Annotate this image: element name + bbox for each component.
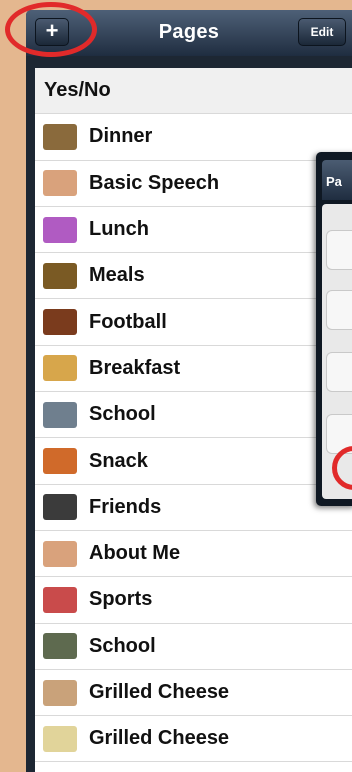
list-item[interactable]: Sports xyxy=(35,577,352,624)
list-item-label: Snack xyxy=(89,449,148,472)
list-item[interactable]: Basic Speech xyxy=(35,161,352,207)
list-item[interactable]: Breakfast xyxy=(35,346,352,393)
list-item-label: Grilled Cheese xyxy=(89,681,230,703)
list-item-label: Football xyxy=(89,310,167,333)
breakfast-icon xyxy=(43,355,77,382)
sports-balls-icon xyxy=(43,586,77,613)
list-item[interactable]: Lunch xyxy=(35,207,352,254)
list-header-row[interactable]: Yes/No xyxy=(35,68,352,115)
add-button-highlight-circle xyxy=(5,2,97,57)
pages-list: Yes/No Dinner Basic Speech Lunch Meals Footb… xyxy=(35,68,352,772)
dinner-plate-icon xyxy=(43,123,77,150)
list-item[interactable]: Meals xyxy=(35,253,352,300)
list-item-label: Grilled Cheese xyxy=(89,727,230,750)
person-photo-icon xyxy=(43,540,77,567)
list-item-label: Meals xyxy=(89,264,145,287)
list-item[interactable]: Grilled Cheese xyxy=(35,762,352,772)
edit-button[interactable]: Edit xyxy=(298,18,346,46)
friends-photo-icon xyxy=(43,494,77,521)
popover-title: Pa xyxy=(322,160,352,200)
snack-icon xyxy=(43,448,77,475)
list-item-label: Breakfast xyxy=(89,356,181,379)
list-item-label: Lunch xyxy=(89,218,149,241)
list-item-label: Dinner xyxy=(89,125,153,148)
list-item-label: School xyxy=(89,403,156,426)
list-item-label: Yes/No xyxy=(44,79,111,102)
secondary-pages-popover: Pa xyxy=(316,152,352,506)
list-item-label: Sports xyxy=(89,588,153,611)
person-photo-icon xyxy=(43,170,77,197)
meals-photo-icon xyxy=(43,262,77,289)
list-item[interactable]: Grilled Cheese xyxy=(35,716,352,763)
list-item[interactable]: Dinner xyxy=(35,114,352,161)
school-photo-icon xyxy=(43,401,77,428)
list-item[interactable]: Snack xyxy=(35,438,352,485)
list-item-label: Friends xyxy=(89,495,162,518)
butter-knife-icon xyxy=(43,725,77,752)
list-item[interactable]: School xyxy=(35,392,352,439)
lunch-icon xyxy=(43,216,77,243)
popover-cell[interactable] xyxy=(326,230,352,270)
list-item[interactable]: Friends xyxy=(35,485,352,531)
list-item-label: About Me xyxy=(89,542,181,565)
popover-cell[interactable] xyxy=(326,290,352,330)
pages-panel: + Pages Edit Yes/No Dinner Basic Speech Lu… xyxy=(26,10,352,772)
list-item[interactable]: School xyxy=(35,624,352,670)
list-item-label: School xyxy=(89,634,156,657)
list-item[interactable]: About Me xyxy=(35,531,352,578)
school-building-icon xyxy=(43,633,77,660)
list-item[interactable]: Grilled Cheese xyxy=(35,670,352,717)
list-item[interactable]: Football xyxy=(35,299,352,346)
popover-cell[interactable] xyxy=(326,352,352,392)
football-icon xyxy=(43,309,77,336)
list-item-label: Basic Speech xyxy=(89,171,220,194)
grilled-cheese-icon xyxy=(43,679,77,706)
